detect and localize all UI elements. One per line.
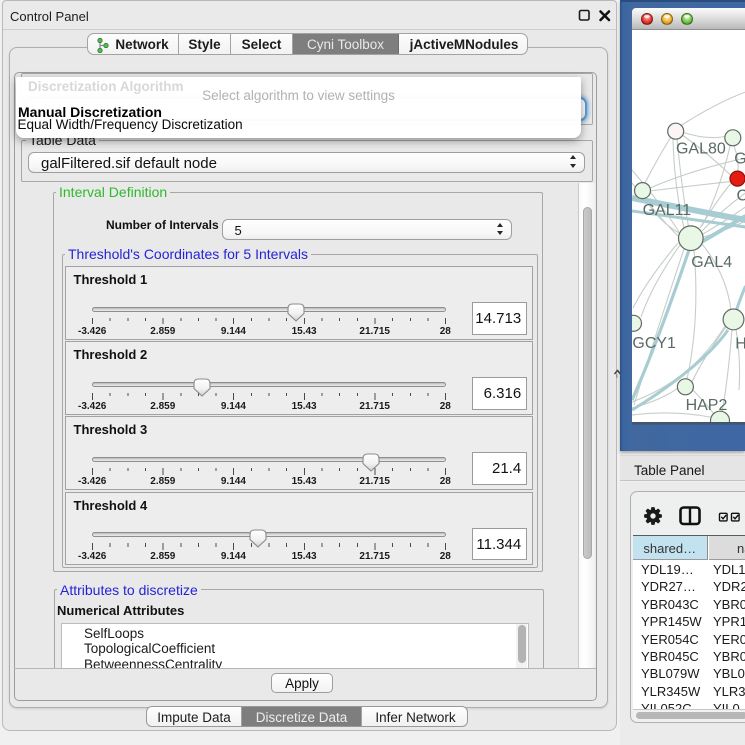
svg-text:GAL11: GAL11 (642, 202, 691, 219)
svg-text:GAL4: GAL4 (691, 254, 732, 271)
svg-text:CY: CY (736, 188, 745, 205)
svg-text:HI: HI (735, 336, 745, 353)
svg-text:GAL80: GAL80 (676, 141, 726, 158)
svg-text:GCY1: GCY1 (632, 335, 676, 352)
svg-text:HAP2: HAP2 (685, 397, 727, 414)
svg-text:GA: GA (734, 151, 745, 168)
